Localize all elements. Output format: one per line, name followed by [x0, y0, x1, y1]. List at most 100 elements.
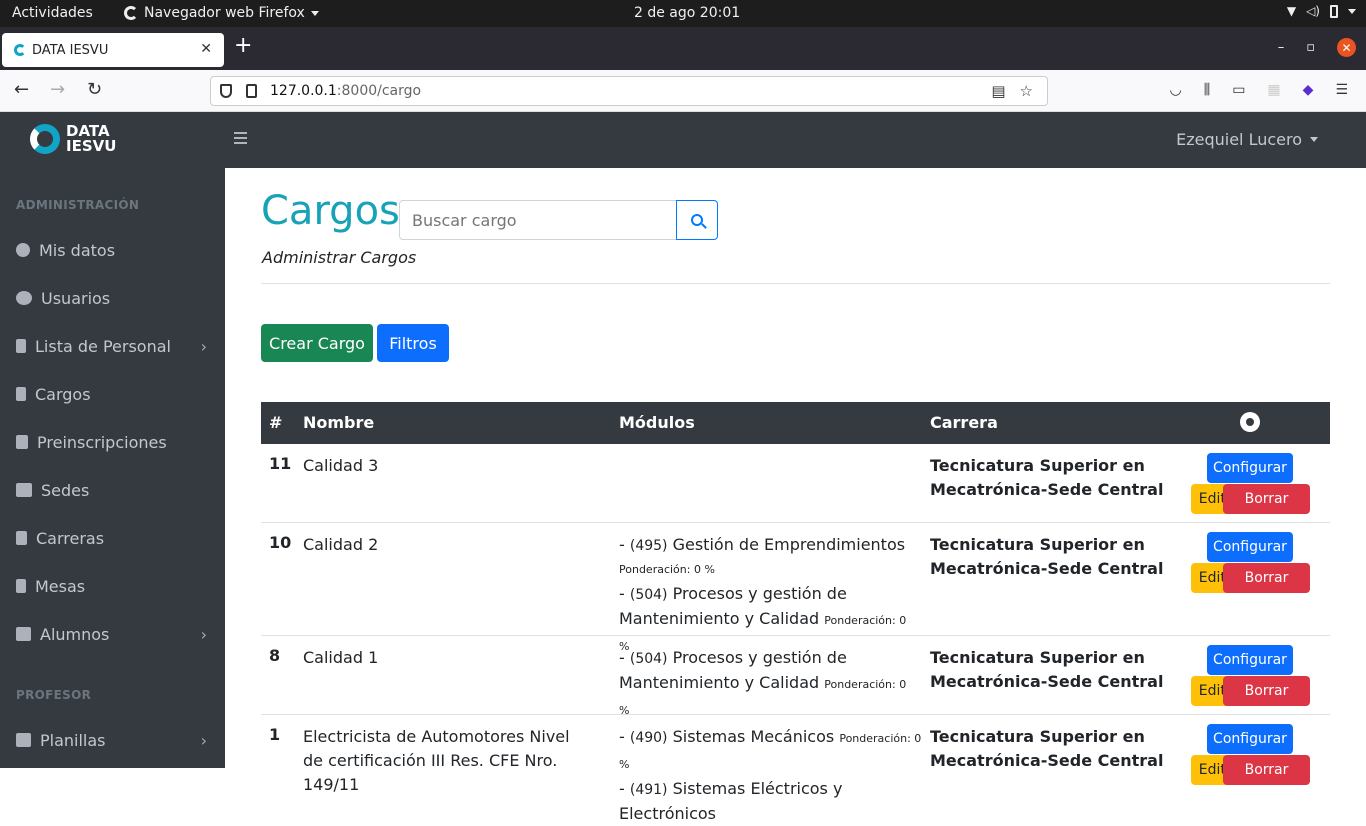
clipboard-icon — [16, 339, 26, 353]
sidebar-header-admin: ADMINISTRACIÓN — [16, 198, 140, 212]
wifi-icon: ▼ — [1286, 4, 1297, 18]
library-icon[interactable]: ⫼ — [1204, 82, 1210, 98]
extension-diamond-icon[interactable]: ◆ — [1303, 82, 1314, 98]
close-tab-icon[interactable]: ✕ — [200, 41, 212, 57]
brand-logo[interactable]: DATA IESVU — [30, 124, 116, 154]
borrar-button[interactable]: Borrar — [1223, 755, 1310, 785]
module-ponderacion: Ponderación: 0 % — [619, 563, 715, 576]
brand-line-2: IESVU — [66, 137, 117, 155]
page-info-icon[interactable] — [246, 84, 257, 98]
sidebar-item-mis-datos[interactable]: Mis datos — [0, 228, 225, 272]
table-row: 1 Electricista de Automotores Nivel de c… — [261, 715, 1330, 823]
sidebar-item-cargos[interactable]: Cargos — [0, 372, 225, 416]
cargos-table: # Nombre Módulos Carrera 11 Calidad 3 Te… — [261, 402, 1330, 823]
favicon-icon — [14, 44, 26, 56]
sidebar-toggle-icon[interactable]: ▭ — [1232, 82, 1245, 98]
sidebar-item-label: Mis datos — [39, 240, 116, 260]
borrar-button[interactable]: Borrar — [1223, 484, 1310, 514]
new-tab-icon[interactable]: + — [234, 35, 252, 57]
configurar-button[interactable]: Configurar — [1207, 532, 1293, 562]
gear-icon — [1240, 412, 1260, 432]
logo-icon — [30, 124, 60, 154]
divider — [261, 283, 1330, 284]
search-icon — [691, 214, 703, 226]
building-icon — [16, 483, 32, 497]
maximize-icon[interactable]: ▫ — [1306, 40, 1315, 55]
search-button[interactable] — [676, 200, 718, 240]
clock[interactable]: 2 de ago 20:01 — [634, 5, 740, 21]
search-input[interactable] — [399, 200, 677, 240]
bookmark-star-icon[interactable]: ☆ — [1020, 82, 1033, 100]
crear-cargo-button[interactable]: Crear Cargo — [261, 324, 373, 362]
column-header-nombre: Nombre — [303, 413, 375, 432]
module-entry: - (491) Sistemas Eléctricos y Electrónic… — [619, 779, 843, 823]
sidebar-item-lista-personal[interactable]: Lista de Personal › — [0, 324, 225, 368]
cell-carrera: Tecnicatura Superior en Mecatrónica-Sede… — [930, 727, 1164, 770]
configurar-button[interactable]: Configurar — [1207, 724, 1293, 754]
filtros-button[interactable]: Filtros — [377, 324, 449, 362]
table-row: 10 Calidad 2 - (495) Gestión de Emprendi… — [261, 523, 1330, 653]
system-tray[interactable]: ▼ ◁) — [1287, 4, 1356, 18]
borrar-button[interactable]: Borrar — [1223, 676, 1310, 706]
reload-icon[interactable]: ↻ — [87, 79, 102, 100]
browser-tab[interactable]: DATA IESVU ✕ — [2, 33, 224, 67]
sidebar-item-label: Carreras — [36, 528, 105, 548]
sidebar-item-mesas[interactable]: Mesas — [0, 564, 225, 608]
chevron-down-icon — [1310, 137, 1318, 142]
user-dropdown[interactable]: Ezequiel Lucero — [1176, 130, 1318, 149]
hamburger-menu-icon[interactable] — [234, 132, 247, 147]
close-window-icon[interactable]: ✕ — [1337, 38, 1356, 57]
table-row: 8 Calidad 1 - (504) Procesos y gestión d… — [261, 636, 1330, 717]
tab-title: DATA IESVU — [32, 42, 109, 58]
reader-view-icon[interactable]: ▤ — [991, 82, 1005, 100]
cell-carrera: Tecnicatura Superior en Mecatrónica-Sede… — [930, 535, 1164, 578]
table-header: # Nombre Módulos Carrera — [261, 402, 1330, 444]
sidebar-item-alumnos[interactable]: Alumnos › — [0, 612, 225, 656]
chevron-down-icon — [1348, 8, 1356, 14]
configurar-button[interactable]: Configurar — [1207, 645, 1293, 675]
sidebar-item-label: Sedes — [41, 480, 90, 500]
cell-id: 10 — [269, 533, 292, 552]
user-name: Ezequiel Lucero — [1176, 130, 1302, 149]
pocket-icon[interactable]: ◡ — [1170, 82, 1182, 98]
browser-navbar: ← → ↻ 127.0.0.1:8000/cargo ▤ ☆ ◡ ⫼ ▭ ▦ ◆… — [0, 70, 1366, 112]
app-menu[interactable]: Navegador web Firefox — [124, 5, 319, 21]
activities-button[interactable]: Actividades — [12, 5, 93, 21]
sidebar-item-label: Mesas — [35, 576, 86, 596]
sidebar-item-sedes[interactable]: Sedes — [0, 468, 225, 512]
chevron-right-icon: › — [200, 624, 207, 644]
cell-nombre: Calidad 2 — [303, 535, 379, 554]
column-header-id: # — [269, 413, 283, 432]
users-icon — [16, 291, 32, 305]
minimize-icon[interactable]: – — [1278, 40, 1285, 55]
sidebar-item-planillas[interactable]: Planillas › — [0, 718, 225, 762]
battery-icon — [1330, 4, 1338, 18]
page-title: Cargos — [261, 188, 400, 234]
chevron-down-icon — [310, 10, 319, 16]
shield-icon[interactable] — [220, 84, 232, 98]
sidebar-item-preinscripciones[interactable]: Preinscripciones — [0, 420, 225, 464]
url-bar[interactable]: 127.0.0.1:8000/cargo ▤ ☆ — [210, 76, 1048, 106]
sidebar-item-carreras[interactable]: Carreras — [0, 516, 225, 560]
sidebar-item-label: Planillas — [40, 730, 106, 750]
configurar-button[interactable]: Configurar — [1207, 453, 1293, 483]
back-icon[interactable]: ← — [14, 79, 29, 100]
extension-icon[interactable]: ▦ — [1267, 82, 1280, 98]
cell-carrera: Tecnicatura Superior en Mecatrónica-Sede… — [930, 456, 1164, 499]
cell-modulos: - (504) Procesos y gestión de Mantenimie… — [619, 646, 919, 723]
chevron-right-icon: › — [200, 336, 207, 356]
url-text[interactable]: 127.0.0.1:8000/cargo — [270, 83, 421, 99]
file-icon — [16, 387, 26, 401]
sidebar-item-usuarios[interactable]: Usuarios — [0, 276, 225, 320]
tab-strip: DATA IESVU ✕ — [0, 27, 1366, 70]
sidebar-item-label: Cargos — [35, 384, 91, 404]
cell-nombre: Calidad 3 — [303, 456, 379, 475]
sidebar-item-label: Preinscripciones — [37, 432, 167, 452]
borrar-button[interactable]: Borrar — [1223, 563, 1310, 593]
sidebar: DATA IESVU ADMINISTRACIÓN Mis datos Usua… — [0, 112, 225, 768]
column-header-carrera: Carrera — [930, 413, 998, 432]
forward-icon[interactable]: → — [50, 79, 65, 100]
menu-icon[interactable]: ☰ — [1335, 82, 1348, 98]
volume-icon: ◁) — [1306, 4, 1320, 18]
cell-carrera: Tecnicatura Superior en Mecatrónica-Sede… — [930, 648, 1164, 691]
